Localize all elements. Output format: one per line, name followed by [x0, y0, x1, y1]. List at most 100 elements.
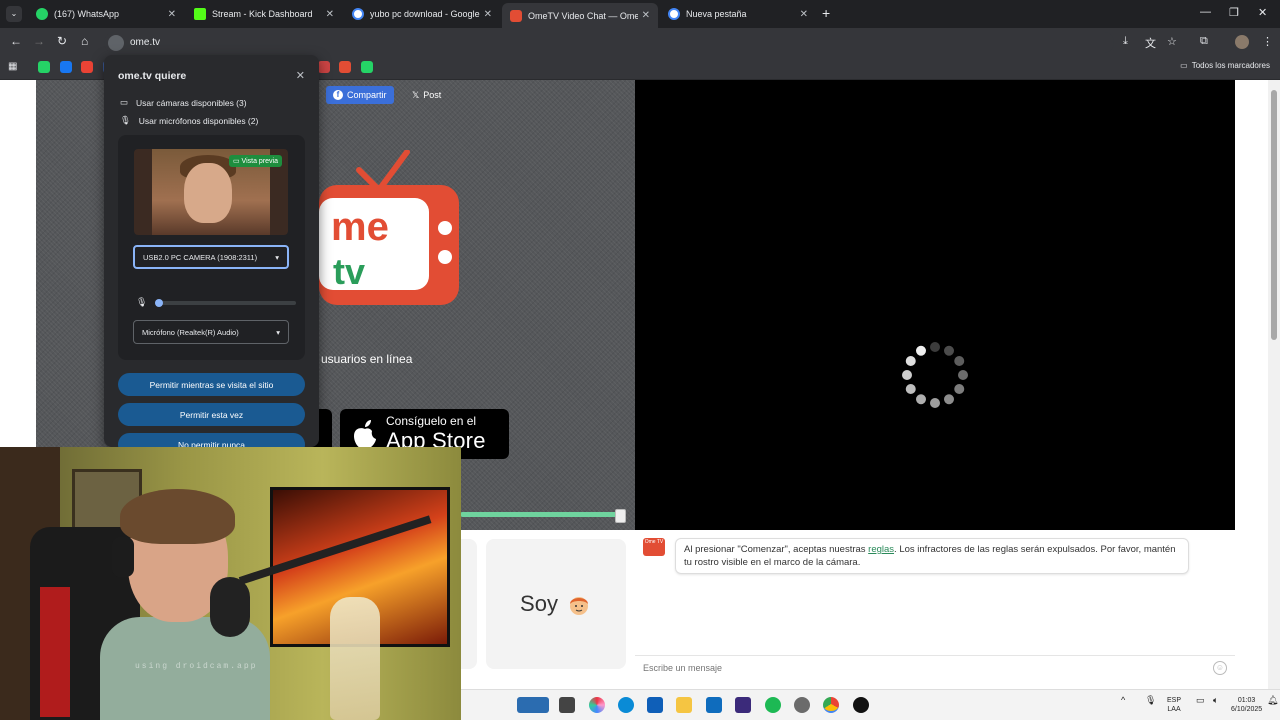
edge-icon[interactable] — [618, 697, 634, 713]
spotify-icon[interactable] — [765, 697, 781, 713]
volume-slider-track[interactable] — [460, 512, 625, 517]
clipchamp-icon[interactable] — [735, 697, 751, 713]
webcam-watermark: using droidcam.app — [135, 662, 258, 671]
close-icon[interactable]: ✕ — [296, 69, 305, 82]
tab-strip: ⌄ (167) WhatsApp ✕ Stream - Kick Dashboa… — [0, 0, 1280, 28]
keyboard-layout: LAA — [1167, 706, 1181, 713]
allow-once-button[interactable]: Permitir esta vez — [118, 403, 305, 426]
soy-label: Soy — [520, 591, 558, 616]
svg-text:tv: tv — [333, 251, 365, 292]
tab-whatsapp[interactable]: (167) WhatsApp ✕ — [28, 3, 184, 25]
allow-while-visiting-button[interactable]: Permitir mientras se visita el sitio — [118, 373, 305, 396]
kick-icon — [194, 8, 206, 20]
ometv-logo: me tv — [319, 150, 459, 305]
extensions-icon[interactable]: ⧉ — [1200, 35, 1208, 48]
close-icon[interactable]: ✕ — [642, 10, 650, 21]
close-icon[interactable]: ✕ — [326, 9, 334, 20]
site-info-icon[interactable] — [108, 34, 124, 51]
mic-permission-row: 🎙︎ Usar micrófonos disponibles (2) — [120, 115, 258, 126]
ometv-small-logo: Ome TV — [643, 538, 665, 556]
apple-icon — [354, 420, 376, 449]
spinner-dot — [954, 356, 965, 366]
chrome-taskbar-icon[interactable] — [823, 697, 839, 713]
close-icon[interactable]: ✕ — [800, 9, 808, 20]
home-icon[interactable]: ⌂ — [81, 34, 88, 48]
tab-google[interactable]: yubo pc download - Google Se ✕ — [344, 3, 500, 25]
tab-title: yubo pc download - Google Se — [370, 9, 480, 19]
store-icon[interactable] — [647, 697, 663, 713]
camera-select-value: USB2.0 PC CAMERA (1908:2311) — [143, 252, 258, 262]
mic-select[interactable]: Micrófono (Realtek(R) Audio) ▾ — [133, 320, 289, 344]
tab-new[interactable]: Nueva pestaña ✕ — [660, 3, 816, 25]
forward-icon[interactable]: → — [33, 34, 45, 48]
tab-title: Nueva pestaña — [686, 9, 747, 19]
bookmark-icon[interactable] — [81, 61, 93, 73]
bookmark-icon[interactable] — [38, 61, 50, 73]
rules-link[interactable]: reglas — [868, 544, 894, 555]
tab-ometv[interactable]: OmeTV Video Chat — Omegle ✕ — [502, 3, 658, 28]
address-bar[interactable]: ome.tv — [104, 32, 1114, 53]
language-indicator[interactable]: ESP LAA — [1167, 696, 1181, 714]
spinner-dot — [958, 370, 968, 380]
microphone-icon: 🎙︎ — [120, 115, 131, 125]
chat-panel: Ome TV Al presionar "Comenzar", aceptas … — [635, 530, 1235, 675]
minimize-icon[interactable]: — — [1200, 6, 1211, 18]
restore-icon[interactable]: ❐ — [1229, 6, 1239, 19]
tab-kick[interactable]: Stream - Kick Dashboard ✕ — [186, 3, 342, 25]
file-explorer-icon[interactable] — [676, 697, 692, 713]
outlook-icon[interactable] — [706, 697, 722, 713]
x-post-button[interactable]: 𝕏 Post — [406, 86, 447, 104]
new-tab-icon[interactable]: + — [822, 5, 830, 21]
tray-expand-icon[interactable]: ^ — [1121, 696, 1125, 705]
tray-mic-icon[interactable]: 🎙︎ — [1145, 696, 1156, 705]
bookmark-icon[interactable] — [317, 61, 330, 73]
bookmark-icon[interactable] — [339, 61, 351, 73]
star-icon[interactable]: ☆ — [1167, 35, 1177, 48]
news-widget-icon[interactable] — [517, 697, 549, 713]
mic-level-meter — [155, 298, 296, 307]
back-icon[interactable]: ← — [10, 34, 22, 48]
network-icon[interactable]: ▭ — [1196, 696, 1205, 705]
copilot-icon[interactable] — [589, 697, 605, 713]
profile-avatar[interactable] — [1235, 35, 1249, 49]
post-label: Post — [423, 90, 442, 100]
never-allow-button[interactable]: No permitir nunca — [118, 433, 305, 447]
install-icon[interactable]: ⤓ — [1123, 35, 1128, 48]
emoji-icon[interactable]: ☺ — [1213, 660, 1227, 675]
apps-icon[interactable]: ▦ — [8, 61, 20, 73]
settings-icon[interactable] — [794, 697, 810, 713]
close-icon[interactable]: ✕ — [168, 9, 176, 20]
close-icon[interactable]: ✕ — [484, 9, 492, 20]
all-bookmarks-folder[interactable]: ▭ Todos los marcadores — [1180, 61, 1270, 70]
whatsapp-icon — [36, 8, 48, 20]
bookmark-icon[interactable] — [360, 61, 373, 73]
tab-search-button[interactable]: ⌄ — [6, 6, 22, 22]
volume-icon[interactable]: 🔈︎ — [1213, 696, 1218, 705]
window-close-icon[interactable]: ✕ — [1258, 6, 1267, 19]
camera-select[interactable]: USB2.0 PC CAMERA (1908:2311) ▾ — [133, 245, 289, 269]
obs-icon[interactable] — [853, 697, 869, 713]
google-icon — [352, 8, 364, 20]
url-text: ome.tv — [130, 37, 161, 48]
file-icon[interactable] — [559, 697, 575, 713]
message-input[interactable] — [643, 662, 1213, 673]
clock[interactable]: 01:03 6/10/2025 — [1231, 696, 1262, 714]
scrollbar-thumb[interactable] — [1271, 90, 1277, 340]
mic-permission-label: Usar micrófonos disponibles (2) — [138, 115, 259, 126]
translate-icon[interactable]: 文 — [1145, 35, 1156, 51]
gender-select-card[interactable]: Soy — [486, 539, 626, 669]
video-camera-icon: ▭ — [120, 97, 129, 107]
menu-icon[interactable]: ⋮ — [1262, 35, 1273, 48]
appstore-line1: Consíguelo en el — [386, 414, 477, 428]
message-bar: ☺ — [635, 655, 1235, 679]
bookmark-icon[interactable] — [59, 61, 72, 73]
notifications-icon[interactable]: 🔔︎ — [1267, 696, 1278, 705]
spinner-dot — [916, 394, 926, 405]
reload-icon[interactable]: ↻ — [57, 34, 67, 48]
preview-badge-label: Vista previa — [241, 158, 278, 165]
mic-level-indicator — [155, 298, 164, 307]
spinner-dot — [905, 356, 916, 366]
page-scrollbar[interactable] — [1268, 80, 1280, 700]
volume-slider-handle[interactable] — [615, 509, 626, 523]
facebook-share-button[interactable]: f Compartir — [326, 86, 394, 104]
